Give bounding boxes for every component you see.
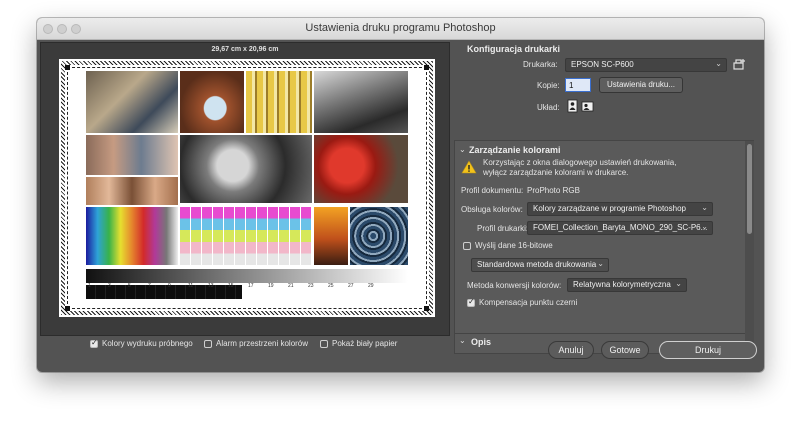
print-preview: 29,67 cm x 20,96 cm 1 3 5 7 9 11 13 15 1… (40, 42, 450, 336)
chevron-down-icon: ⌄ (597, 259, 604, 268)
color-handling-label: Obsługa kolorów: (461, 205, 523, 214)
image-tile (180, 71, 244, 133)
printer-profile-label: Profil drukarki: (477, 224, 529, 233)
rendering-intent-label: Metoda konwersji kolorów: (467, 281, 562, 290)
chevron-down-icon: ⌄ (675, 279, 682, 288)
black-point-compensation-checkbox[interactable] (467, 297, 475, 307)
color-handling-value: Kolory zarządzane w programie Photoshop (533, 204, 686, 213)
printer-select[interactable]: EPSON SC-P600 ⌄ (565, 58, 727, 72)
send-16bit-label: Wyślij dane 16-bitowe (475, 241, 553, 250)
document-profile-label: Profil dokumentu: (461, 186, 524, 195)
scrollbar[interactable] (745, 141, 754, 353)
image-tile (86, 135, 178, 175)
document-profile-value: ProPhoto RGB (527, 186, 580, 195)
print-method-value: Standardowa metoda drukowania (477, 260, 597, 269)
image-tile (180, 135, 312, 203)
paper-sheet: 1 3 5 7 9 11 13 15 17 19 21 23 25 27 29 (59, 59, 435, 317)
printer-select-value: EPSON SC-P600 (571, 60, 634, 69)
proof-colors-label: Kolory wydruku próbnego (102, 339, 193, 348)
settings-panel: Konfiguracja drukarki Drukarka: EPSON SC… (453, 40, 761, 354)
color-management-heading: Zarządzanie kolorami (469, 145, 561, 155)
scrollbar-thumb[interactable] (747, 144, 752, 234)
collapse-chevron-icon[interactable]: ⌄ (459, 145, 466, 154)
image-tile (350, 207, 408, 265)
landscape-layout-icon[interactable] (581, 101, 594, 112)
warning-triangle-icon (461, 160, 477, 174)
chevron-down-icon: ⌄ (701, 222, 708, 231)
resize-handle-top-left[interactable] (65, 65, 70, 70)
printer-label: Drukarka: (523, 60, 558, 69)
rendering-intent-select[interactable]: Relatywna kolorymetryczna ⌄ (567, 278, 687, 292)
printer-profile-select[interactable]: FOMEI_Collection_Baryta_MONO_290_SC-P6..… (527, 221, 713, 235)
color-handling-select[interactable]: Kolory zarządzane w programie Photoshop … (527, 202, 713, 216)
gamut-warning-checkbox[interactable] (204, 340, 212, 348)
proof-colors-checkbox[interactable] (90, 338, 98, 348)
color-swatch-grid (180, 207, 312, 265)
cancel-button[interactable]: Anuluj (548, 341, 594, 359)
print-image[interactable]: 1 3 5 7 9 11 13 15 17 19 21 23 25 27 29 (86, 71, 408, 303)
printable-area: 1 3 5 7 9 11 13 15 17 19 21 23 25 27 29 (65, 65, 429, 311)
color-swatch-bars (86, 207, 178, 265)
gamut-warning-label: Alarm przestrzeni kolorów (216, 339, 309, 348)
resize-handle-bottom-right[interactable] (424, 306, 429, 311)
image-tile (314, 207, 348, 265)
window-title: Ustawienia druku programu Photoshop (305, 22, 496, 34)
step-labels: 1 3 5 7 9 11 13 15 17 19 21 23 25 27 29 (88, 283, 374, 289)
add-printer-icon[interactable] (733, 58, 747, 72)
chevron-down-icon: ⌄ (701, 203, 708, 212)
paper-dimensions: 29,67 cm x 20,96 cm (211, 46, 279, 53)
print-settings-button[interactable]: Ustawienia druku... (599, 77, 683, 93)
resize-handle-bottom-left[interactable] (65, 306, 70, 311)
image-tile (246, 71, 312, 133)
title-bar: Ustawienia druku programu Photoshop (37, 18, 764, 40)
color-management-warning-line-2: wyłącz zarządzanie kolorami w drukarce. (483, 168, 629, 177)
copies-input[interactable] (565, 78, 591, 92)
resize-handle-top-right[interactable] (424, 65, 429, 70)
layout-label: Układ: (537, 103, 560, 112)
image-tile (86, 177, 178, 205)
print-button[interactable]: Drukuj (659, 341, 757, 359)
color-management-warning-line-1: Korzystając z okna dialogowego ustawień … (483, 158, 677, 167)
printer-setup-heading: Konfiguracja drukarki (467, 44, 561, 54)
portrait-layout-icon[interactable] (567, 99, 578, 113)
black-point-compensation-label: Kompensacja punktu czerni (479, 298, 578, 307)
grayscale-ramp (86, 269, 408, 283)
send-16bit-checkbox[interactable] (463, 242, 471, 250)
footer-bar: Kolory wydruku próbnego Alarm przestrzen… (37, 336, 764, 372)
copies-label: Kopie: (537, 81, 560, 90)
divider (455, 333, 745, 334)
show-white-paper-label: Pokaż biały papier (332, 339, 398, 348)
chevron-down-icon: ⌄ (715, 59, 722, 68)
image-tile (86, 71, 178, 133)
printer-profile-value: FOMEI_Collection_Baryta_MONO_290_SC-P6..… (533, 223, 708, 232)
image-tile (314, 71, 408, 133)
rendering-intent-value: Relatywna kolorymetryczna (573, 280, 671, 289)
print-settings-window: Ustawienia druku programu Photoshop 29,6… (37, 18, 764, 372)
image-tile (314, 135, 408, 203)
done-button[interactable]: Gotowe (601, 341, 649, 359)
color-management-section[interactable]: ⌄ Zarządzanie kolorami Korzystając z okn… (454, 140, 754, 354)
show-white-paper-checkbox[interactable] (320, 340, 328, 348)
print-method-select[interactable]: Standardowa metoda drukowania ⌄ (471, 258, 609, 272)
